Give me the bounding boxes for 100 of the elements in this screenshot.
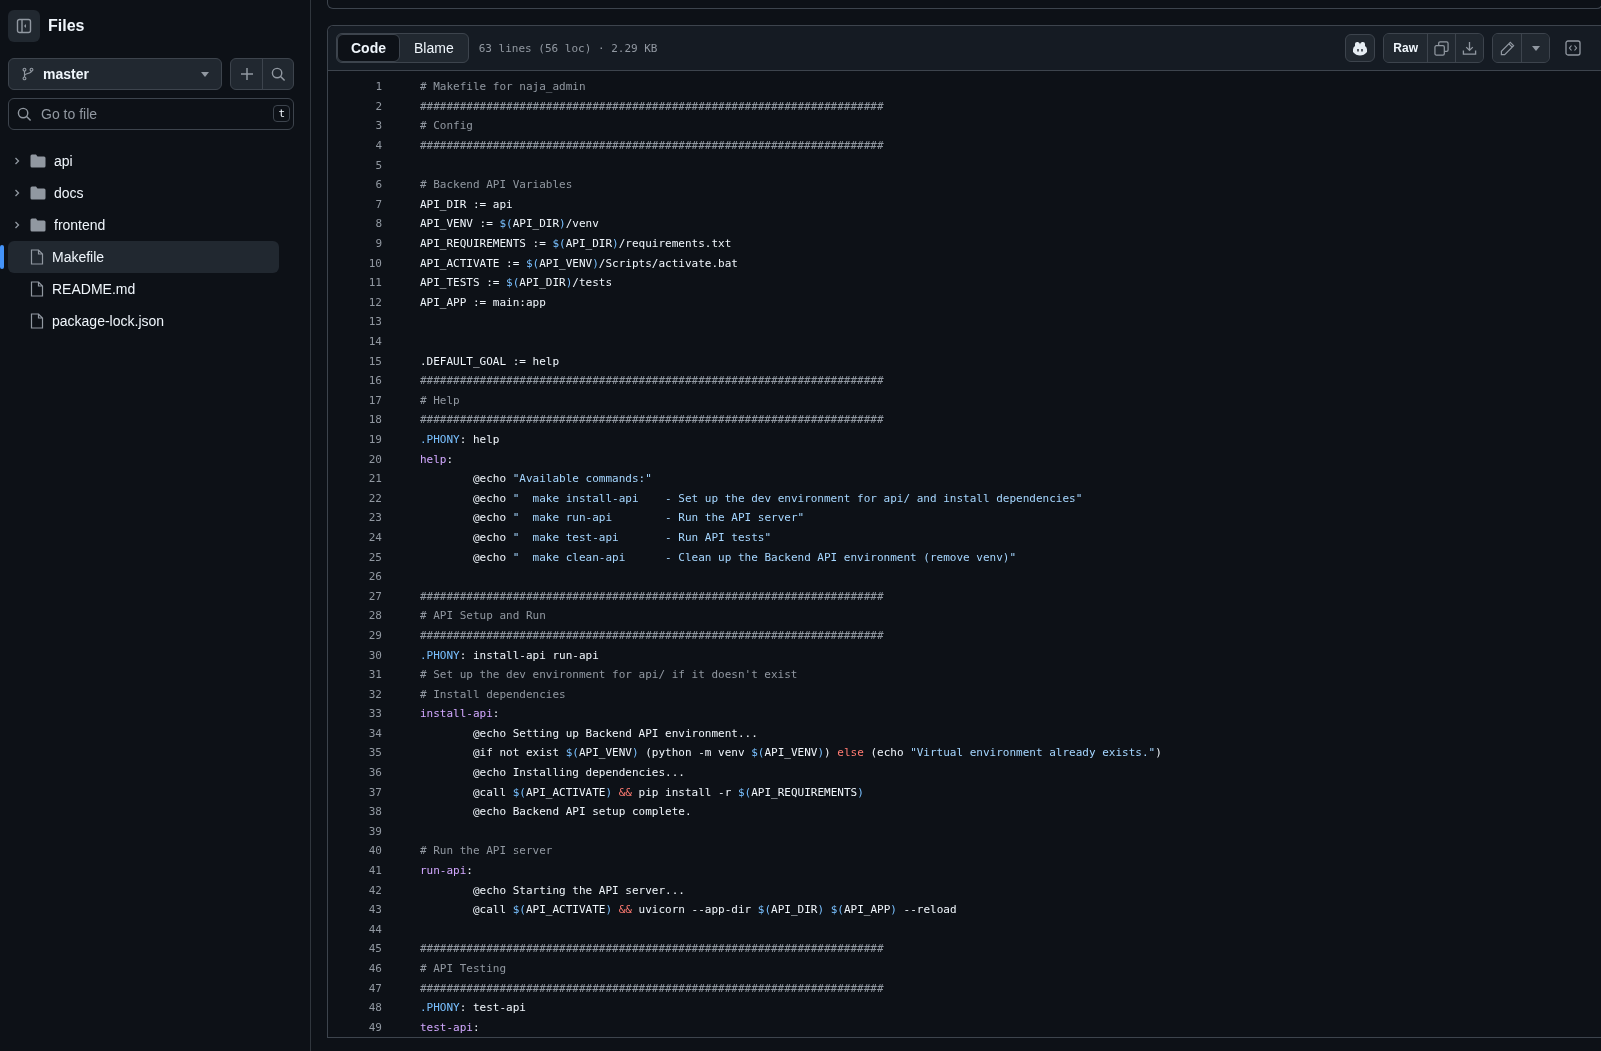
search-icon	[270, 66, 286, 82]
line-number: 23	[367, 511, 382, 525]
code-line: test-api:	[420, 1020, 480, 1034]
code-line: @echo Starting the API server...	[472, 883, 685, 897]
folder-icon	[30, 186, 46, 200]
copy-icon	[1434, 40, 1449, 56]
code-line: ######################################################################	[420, 99, 884, 113]
line-number: 32	[367, 687, 382, 701]
line-number: 24	[367, 530, 382, 544]
code-line: @echo Backend API setup complete.	[472, 805, 692, 819]
download-button[interactable]	[1455, 34, 1483, 62]
code-line: install-api:	[420, 707, 500, 721]
line-number: 43	[367, 903, 382, 917]
line-number: 8	[374, 217, 382, 231]
code-line: API_TESTS := $(API_DIR)/tests	[420, 276, 613, 290]
code-line: API_ACTIVATE := $(API_VENV)/Scripts/activate.bat	[420, 256, 738, 270]
download-icon	[1462, 40, 1477, 56]
line-number: 27	[367, 589, 382, 603]
file-tree-item[interactable]: api	[8, 145, 279, 177]
line-number: 47	[367, 981, 382, 995]
plus-icon	[239, 67, 254, 81]
line-number: 20	[367, 452, 382, 466]
code-line: @echo " make test-api - Run API tests"	[472, 530, 771, 544]
more-edit-options-button[interactable]	[1521, 34, 1549, 62]
code-line: ######################################################################	[420, 589, 884, 603]
line-number: 40	[367, 844, 382, 858]
code-line: # API Testing	[420, 962, 507, 975]
code-line: API_DIR := api	[420, 197, 513, 211]
line-number: 22	[367, 491, 382, 505]
line-number: 3	[374, 119, 382, 133]
line-number: 44	[367, 922, 382, 936]
sidebar-toggle-icon	[16, 18, 32, 34]
line-number: 29	[367, 628, 382, 642]
code-line: @echo Installing dependencies...	[472, 766, 685, 780]
code-line: ######################################################################	[420, 628, 884, 642]
search-icon	[17, 107, 32, 122]
code-line: @echo " make clean-api - Clean up the Backend API environment (remove venv)"	[472, 550, 1017, 564]
line-number: 28	[367, 609, 382, 623]
code-line: @call $(API_ACTIVATE) && pip install -r $(API_REQUIREMENTS)	[472, 785, 864, 799]
code-line: @echo "Available commands:"	[472, 472, 652, 486]
code-line: ######################################################################	[420, 942, 884, 956]
file-icon	[30, 313, 44, 329]
line-number: 30	[367, 648, 382, 662]
code-line: API_APP := main:app	[420, 295, 546, 309]
code-line: .PHONY: test-api	[420, 1001, 526, 1015]
line-number: 41	[367, 864, 382, 878]
code-line: # Makefile for naja_admin	[420, 80, 586, 94]
file-info: 63 lines (56 loc) · 2.29 KB	[478, 41, 658, 55]
line-number: 13	[367, 315, 382, 329]
code-line: ######################################################################	[420, 139, 884, 153]
collapse-sidebar-button[interactable]	[8, 10, 40, 42]
code-line: # Run the API server	[420, 844, 553, 858]
code-line: @echo " make run-api - Run the API server"	[472, 511, 805, 525]
code-line: # Config	[420, 119, 473, 133]
line-number: 31	[367, 668, 382, 682]
line-number: 19	[367, 433, 382, 446]
line-number: 11	[367, 276, 382, 290]
line-number: 4	[374, 139, 382, 153]
file-tree-item[interactable]: frontend	[8, 209, 279, 241]
code-line: @call $(API_ACTIVATE) && uvicorn --app-dir $(API_DIR) $(API_APP) --reload	[472, 903, 957, 917]
pencil-icon	[1499, 40, 1515, 56]
line-number: 14	[367, 335, 382, 348]
line-number: 26	[367, 570, 382, 584]
line-number: 35	[367, 746, 382, 760]
line-number: 36	[367, 766, 382, 780]
file-tree-item[interactable]: docs	[8, 177, 279, 209]
file-tree-item[interactable]: README.md	[8, 273, 279, 305]
robot-face-icon	[1352, 40, 1369, 56]
line-number: 6	[374, 178, 382, 192]
line-number: 9	[374, 237, 382, 251]
folder-icon	[30, 218, 46, 232]
code-line: # API Setup and Run	[420, 609, 546, 623]
line-number: 10	[367, 256, 382, 270]
view-tab[interactable]: Code	[337, 34, 400, 62]
line-number: 46	[367, 962, 382, 975]
line-number: 5	[374, 158, 382, 172]
code-line: .DEFAULT_GOAL := help	[420, 354, 560, 368]
code-line: .PHONY: help	[420, 433, 500, 446]
code-line: @if not exist $(API_VENV) (python -m venv $(API_VENV)) else (echo "Virtual environment already exists.")	[472, 746, 1162, 760]
line-number: 38	[367, 805, 382, 819]
code-line: # Set up the dev environment for api/ if it doesn't exist	[420, 668, 798, 682]
line-number: 7	[374, 197, 382, 211]
caret-icon	[1531, 45, 1540, 51]
code-line: .PHONY: install-api run-api	[420, 648, 599, 662]
branch-selector[interactable]: master	[8, 58, 222, 90]
file-icon	[30, 281, 44, 297]
selection-indicator	[0, 245, 4, 269]
view-tab[interactable]: Blame	[400, 34, 468, 62]
caret-icon	[201, 71, 209, 77]
code-line: # Install dependencies	[420, 687, 566, 701]
line-number: 37	[367, 785, 382, 799]
line-number: 15	[367, 354, 382, 368]
code-line: help:	[420, 452, 454, 466]
sidebar-title: Files	[48, 17, 85, 35]
line-number: 1	[374, 80, 382, 94]
code-line: ######################################################################	[420, 413, 884, 427]
code-line: API_VENV := $(API_DIR)/venv	[420, 217, 599, 231]
line-number: 17	[367, 393, 382, 407]
file-tree-item[interactable]: package-lock.json	[8, 305, 279, 337]
copilot-button[interactable]	[1345, 34, 1376, 62]
